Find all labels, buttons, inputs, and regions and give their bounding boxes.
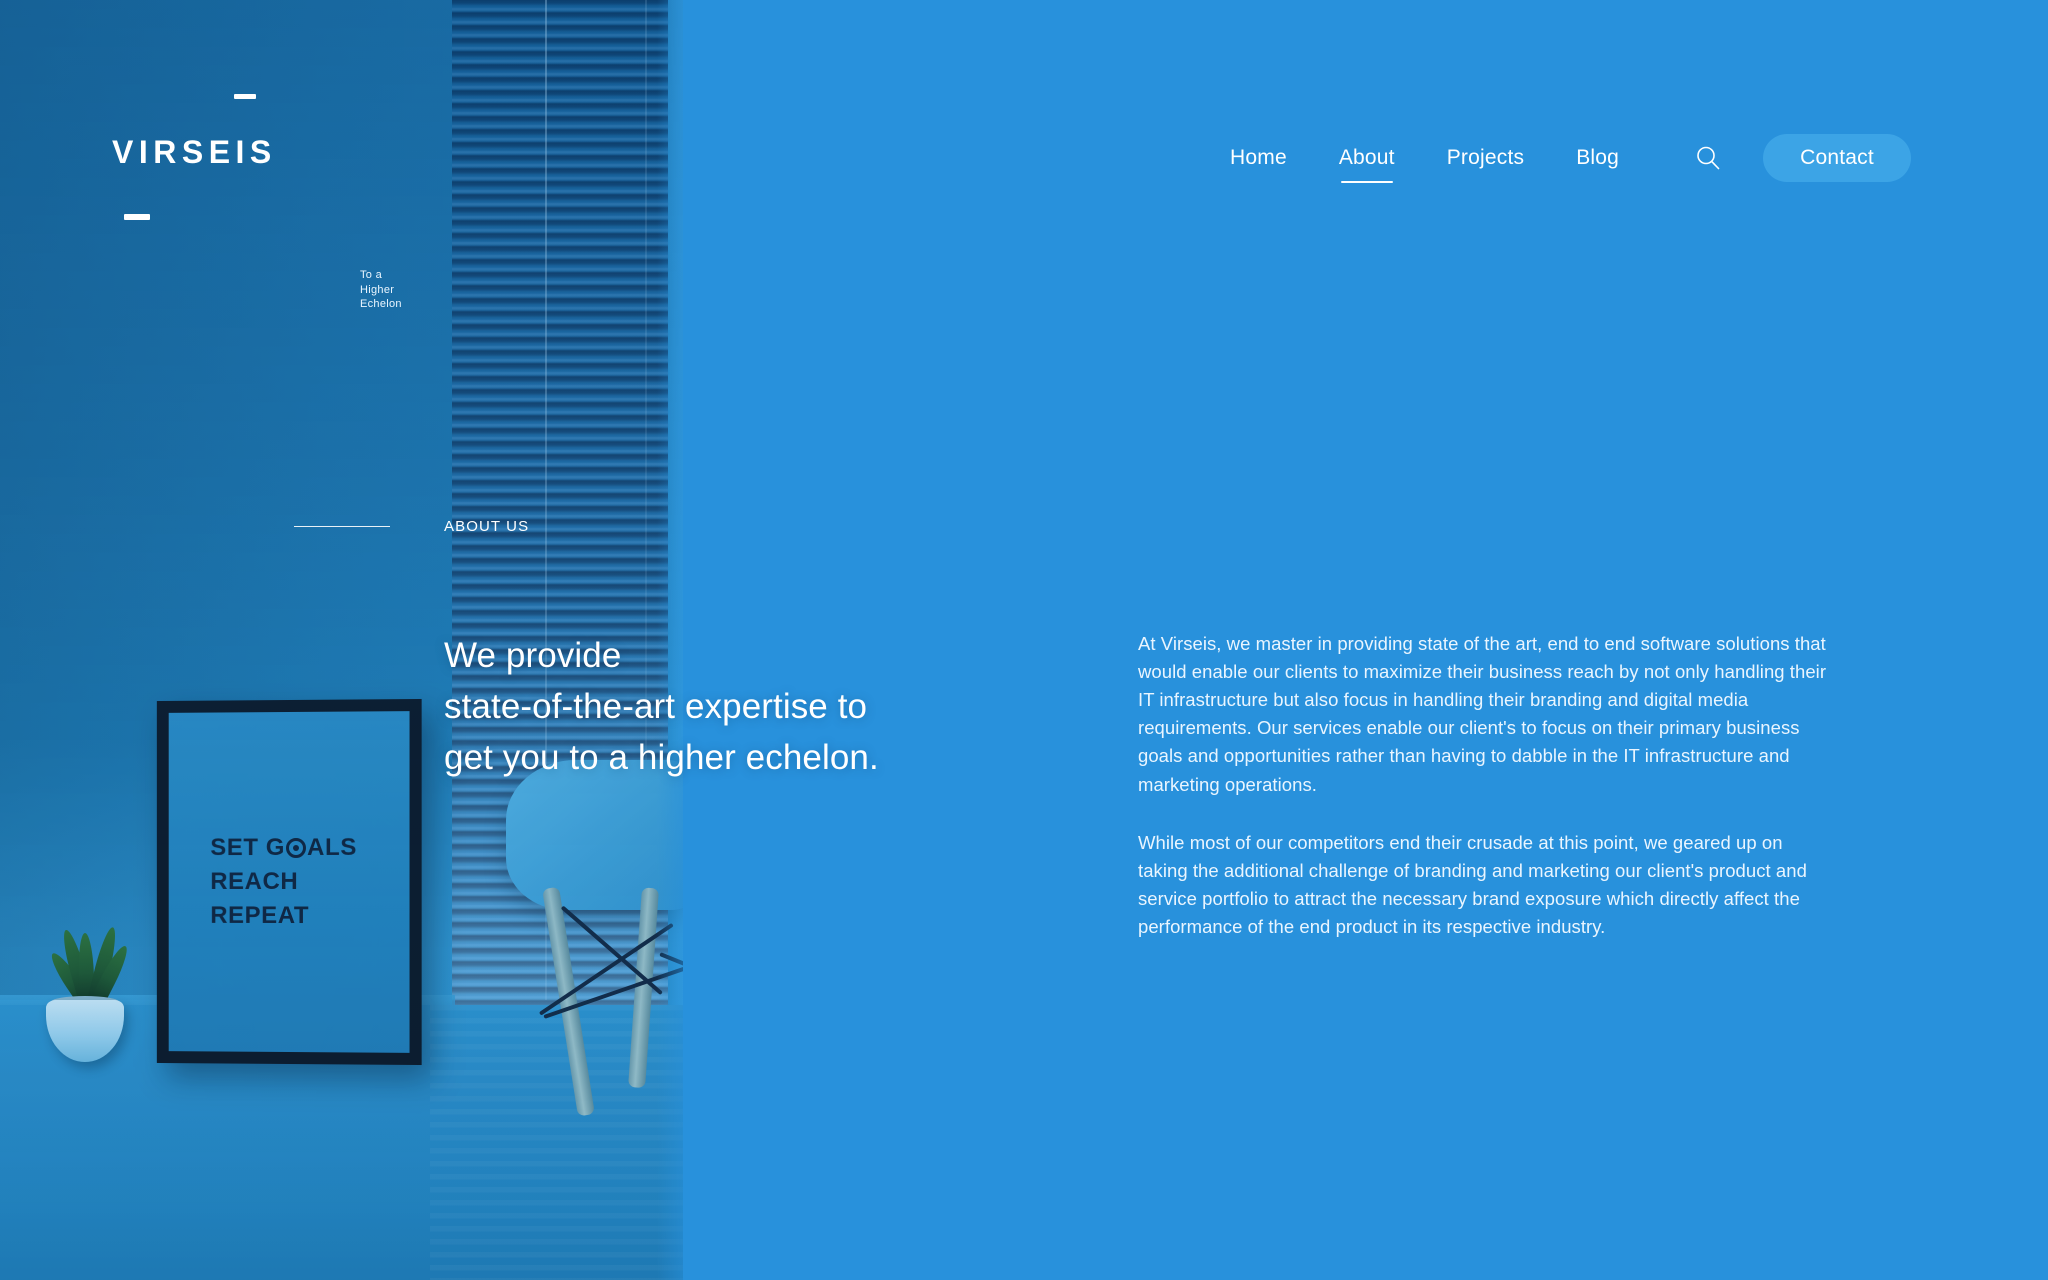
- main-navigation: Home About Projects Blog Contact: [1230, 128, 2048, 188]
- brand-logo[interactable]: VIRSEIS To a Higher Echelon: [112, 78, 472, 310]
- contact-button[interactable]: Contact: [1763, 134, 1912, 182]
- potted-plant: [30, 920, 140, 1065]
- poster-line-3: REPEAT: [210, 901, 310, 930]
- logo-dash-bottom-icon: [124, 214, 150, 220]
- nav-item-home[interactable]: Home: [1230, 146, 1287, 170]
- eyebrow-label: ABOUT US: [444, 518, 530, 535]
- poster-line-1: SET G ALS: [210, 831, 409, 865]
- target-o-icon: [286, 837, 307, 858]
- tagline-line-2: Higher: [360, 283, 395, 296]
- poster-text-set-g: SET G: [210, 833, 286, 861]
- poster-artwork: SET G ALS REACH REPEAT: [168, 711, 410, 1053]
- body-paragraph-1: At Virseis, we master in providing state…: [1138, 633, 1827, 795]
- plant-pot: [46, 1000, 124, 1062]
- logo-dash-top-icon: [234, 94, 256, 99]
- section-headline: We provide state-of-the-art expertise to…: [444, 636, 879, 778]
- body-paragraph-2: While most of our competitors end their …: [1138, 831, 1807, 937]
- nav-item-about[interactable]: About: [1339, 146, 1395, 183]
- chair: [470, 760, 683, 1120]
- brand-tagline: To a Higher Echelon: [360, 268, 402, 312]
- section-body: At Virseis, we master in providing state…: [1138, 630, 1828, 941]
- page-root: SET G ALS REACH REPEAT VIRSEIS To a High…: [0, 0, 2048, 1280]
- brand-wordmark: VIRSEIS: [112, 134, 277, 170]
- framed-poster: SET G ALS REACH REPEAT: [156, 698, 422, 1066]
- tagline-line-3: Echelon: [360, 298, 402, 311]
- site-header: VIRSEIS To a Higher Echelon Home About P…: [0, 0, 2048, 310]
- eyebrow-rule: [294, 526, 390, 527]
- tagline-line-1: To a: [360, 269, 382, 281]
- nav-item-blog[interactable]: Blog: [1576, 146, 1619, 170]
- section-eyebrow: ABOUT US: [294, 518, 529, 535]
- poster-text-als: ALS: [307, 833, 357, 861]
- nav-item-projects[interactable]: Projects: [1447, 146, 1524, 170]
- search-icon[interactable]: [1691, 141, 1725, 175]
- poster-line-2: REACH: [210, 867, 299, 895]
